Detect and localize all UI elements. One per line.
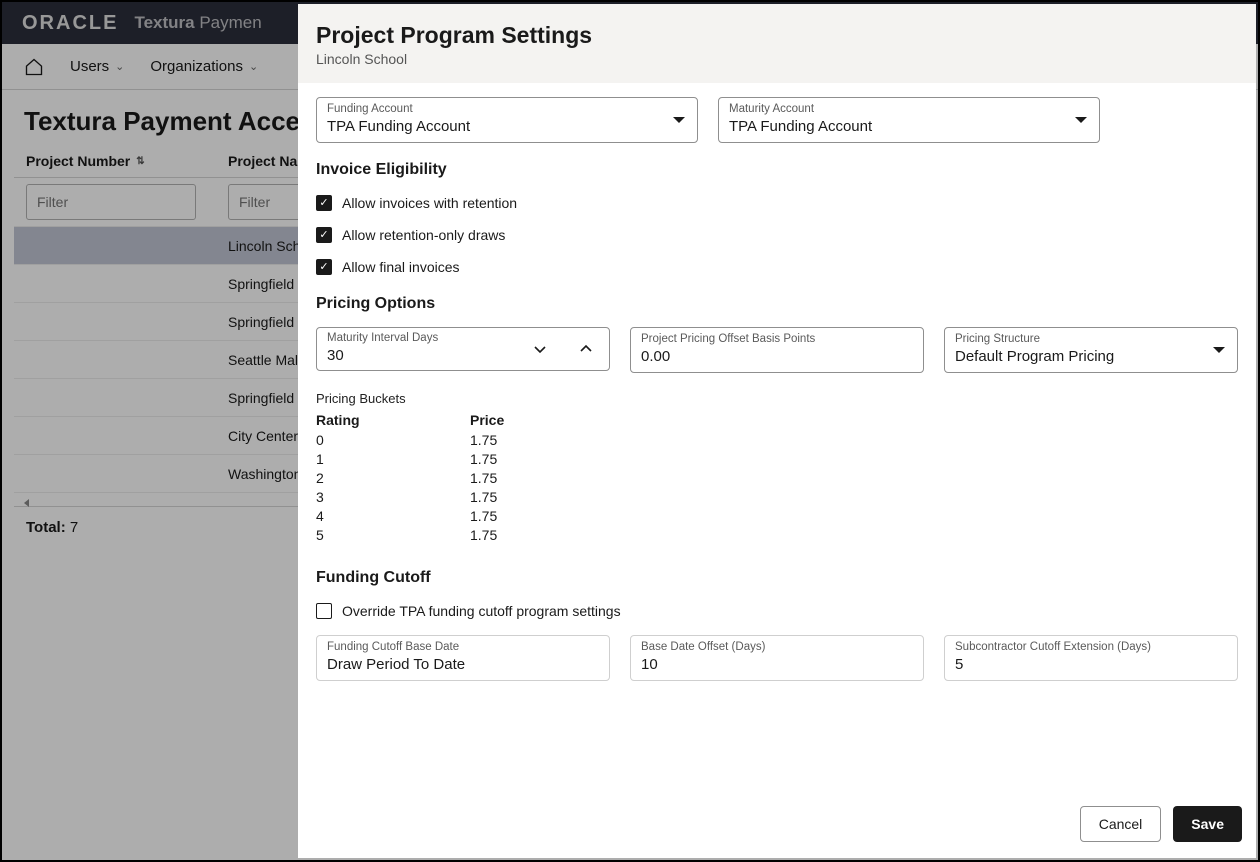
settings-drawer: Project Program Settings Lincoln School … — [298, 4, 1256, 858]
cancel-button[interactable]: Cancel — [1080, 806, 1162, 842]
stepper-decrement[interactable] — [517, 328, 563, 370]
drawer-header: Project Program Settings Lincoln School — [298, 4, 1256, 83]
pricing-buckets-table: Rating Price 01.75 11.75 21.75 31.75 41.… — [316, 412, 1238, 543]
caret-down-icon — [1075, 117, 1087, 123]
pb-row: 31.75 — [316, 489, 1238, 505]
checkbox-icon: ✓ — [316, 259, 332, 275]
pb-row: 01.75 — [316, 432, 1238, 448]
funding-cutoff-base-date: Funding Cutoff Base Date Draw Period To … — [316, 635, 610, 681]
cb-override-cutoff[interactable]: Override TPA funding cutoff program sett… — [316, 603, 1238, 619]
save-button[interactable]: Save — [1173, 806, 1242, 842]
checkbox-icon: ✓ — [316, 195, 332, 211]
invoice-eligibility-heading: Invoice Eligibility — [316, 161, 1238, 179]
cb-allow-retention[interactable]: ✓ Allow invoices with retention — [316, 195, 1238, 211]
pb-row: 41.75 — [316, 508, 1238, 524]
drawer-footer: Cancel Save — [298, 800, 1256, 858]
pricing-options-heading: Pricing Options — [316, 295, 1238, 313]
checkbox-icon — [316, 603, 332, 619]
subcontractor-cutoff-extension: Subcontractor Cutoff Extension (Days) 5 — [944, 635, 1238, 681]
drawer-title: Project Program Settings — [316, 22, 1238, 49]
maturity-account-select[interactable]: Maturity Account TPA Funding Account — [718, 97, 1100, 143]
maturity-interval-stepper[interactable]: Maturity Interval Days 30 — [316, 327, 610, 371]
pb-row: 11.75 — [316, 451, 1238, 467]
stepper-increment[interactable] — [563, 328, 609, 370]
caret-down-icon — [1213, 347, 1225, 353]
drawer-body: Funding Account TPA Funding Account Matu… — [298, 83, 1256, 800]
pricing-buckets-heading: Pricing Buckets — [316, 391, 1238, 406]
caret-down-icon — [673, 117, 685, 123]
funding-cutoff-heading: Funding Cutoff — [316, 569, 1238, 587]
pb-row: 51.75 — [316, 527, 1238, 543]
offset-basis-points-field[interactable]: Project Pricing Offset Basis Points 0.00 — [630, 327, 924, 373]
drawer-subtitle: Lincoln School — [316, 51, 1238, 67]
cb-allow-retention-only[interactable]: ✓ Allow retention-only draws — [316, 227, 1238, 243]
checkbox-icon: ✓ — [316, 227, 332, 243]
base-date-offset: Base Date Offset (Days) 10 — [630, 635, 924, 681]
cb-allow-final[interactable]: ✓ Allow final invoices — [316, 259, 1238, 275]
funding-account-select[interactable]: Funding Account TPA Funding Account — [316, 97, 698, 143]
pb-row: 21.75 — [316, 470, 1238, 486]
pricing-structure-select[interactable]: Pricing Structure Default Program Pricin… — [944, 327, 1238, 373]
